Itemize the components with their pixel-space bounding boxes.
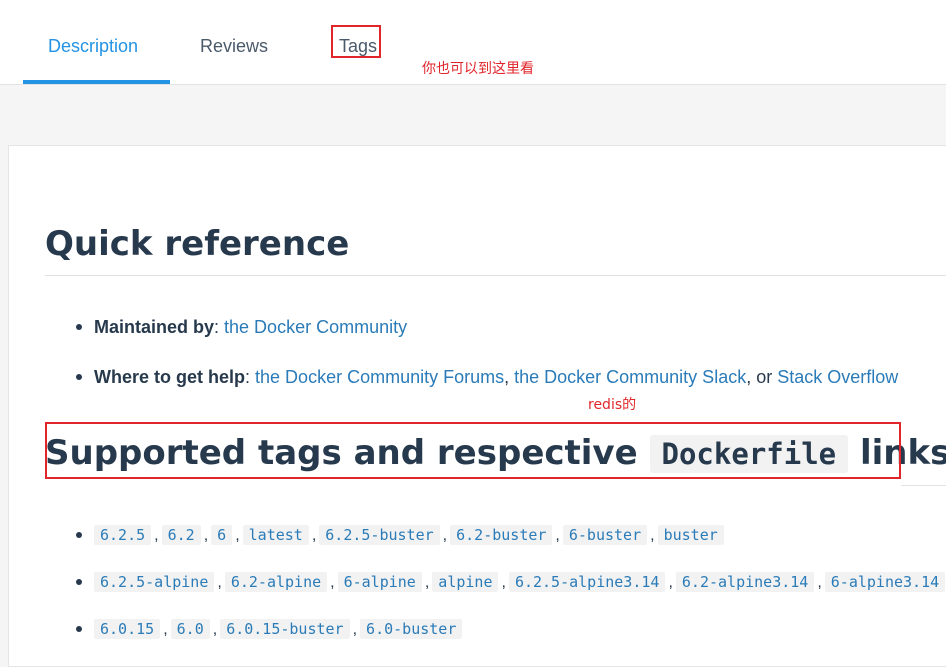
maintained-by-label: Maintained by (94, 317, 215, 337)
list-bullet (76, 626, 82, 632)
where-to-get-help-item: Where to get help: the Docker Community … (94, 367, 899, 387)
tag-separator: , (555, 527, 560, 544)
tag-link[interactable]: alpine (432, 572, 499, 592)
tag-link[interactable]: 6.0 (170, 619, 210, 639)
tag-list-row: 6.2.5-alpine, 6.2-alpine, 6-alpine, alpine,… (94, 571, 946, 594)
tag-link[interactable]: 6 (211, 525, 233, 545)
community-forums-link[interactable]: the Docker Community Forums (255, 367, 504, 387)
tag-link[interactable]: latest (242, 525, 309, 545)
active-tab-indicator (23, 80, 170, 84)
tag-separator: , (235, 527, 240, 544)
tag-list-row: 6.0.15, 6.0, 6.0.15-buster, 6.0-buster (94, 618, 463, 641)
tag-list-row: 6.2.5, 6.2, 6, latest, 6.2.5-buster, 6.2-bust… (94, 524, 724, 547)
or-text: or (756, 367, 773, 387)
tag-separator: , (668, 574, 673, 591)
tag-link[interactable]: 6-buster (562, 525, 648, 545)
tag-link[interactable]: 6-alpine (337, 572, 422, 592)
tag-link[interactable]: 6.2-buster (450, 525, 553, 545)
tag-separator: , (311, 527, 317, 544)
tag-link[interactable]: 6.2-alpine (224, 572, 328, 592)
community-slack-link[interactable]: the Docker Community Slack (514, 367, 746, 387)
docker-community-link[interactable]: the Docker Community (224, 317, 407, 337)
tag-separator: , (442, 527, 448, 544)
list-bullet (76, 579, 82, 585)
list-bullet (76, 324, 82, 330)
help-label: Where to get help (94, 367, 246, 387)
tag-separator: , (650, 527, 655, 544)
tag-separator: , (352, 621, 358, 638)
tag-link[interactable]: 6.0.15-buster (220, 619, 350, 639)
tag-separator: , (203, 527, 209, 544)
tag-separator: , (424, 574, 430, 591)
tag-link[interactable]: 6.0-buster (360, 619, 463, 639)
tag-link[interactable]: 6.0.15 (94, 619, 161, 639)
redis-annotation-note: redis的 (588, 397, 637, 413)
tags-highlight-box (331, 25, 381, 58)
tag-separator: , (501, 574, 506, 591)
tag-link[interactable]: 6.2.5 (94, 525, 152, 545)
tag-link[interactable]: 6.2-alpine3.14 (675, 572, 815, 592)
tag-separator: , (217, 574, 222, 591)
tag-separator: , (330, 574, 335, 591)
tag-separator: , (154, 527, 159, 544)
maintained-by-item: Maintained by: the Docker Community (94, 317, 408, 337)
heading-divider (45, 275, 946, 276)
tag-link[interactable]: 6.2.5-alpine3.14 (508, 572, 666, 592)
stack-overflow-link[interactable]: Stack Overflow (777, 367, 898, 387)
tag-link[interactable]: buster (657, 525, 724, 545)
tags-annotation-note: 你也可以到这里看 (422, 61, 534, 77)
tag-separator: , (817, 574, 822, 591)
list-bullet (76, 374, 82, 380)
tag-link[interactable]: 6.2.5-buster (319, 525, 440, 545)
tag-separator: , (212, 621, 218, 638)
quick-reference-heading: Quick reference (45, 224, 350, 264)
tag-link[interactable]: 6.2.5-alpine (94, 572, 215, 592)
tag-separator: , (163, 621, 168, 638)
tab-description[interactable]: Description (48, 35, 138, 57)
list-bullet (76, 532, 82, 538)
heading-divider (901, 485, 946, 486)
tab-reviews[interactable]: Reviews (200, 35, 268, 57)
tag-link[interactable]: 6.2 (161, 525, 201, 545)
supported-tags-highlight-box (45, 422, 901, 479)
tag-link[interactable]: 6-alpine3.14 (824, 572, 946, 592)
